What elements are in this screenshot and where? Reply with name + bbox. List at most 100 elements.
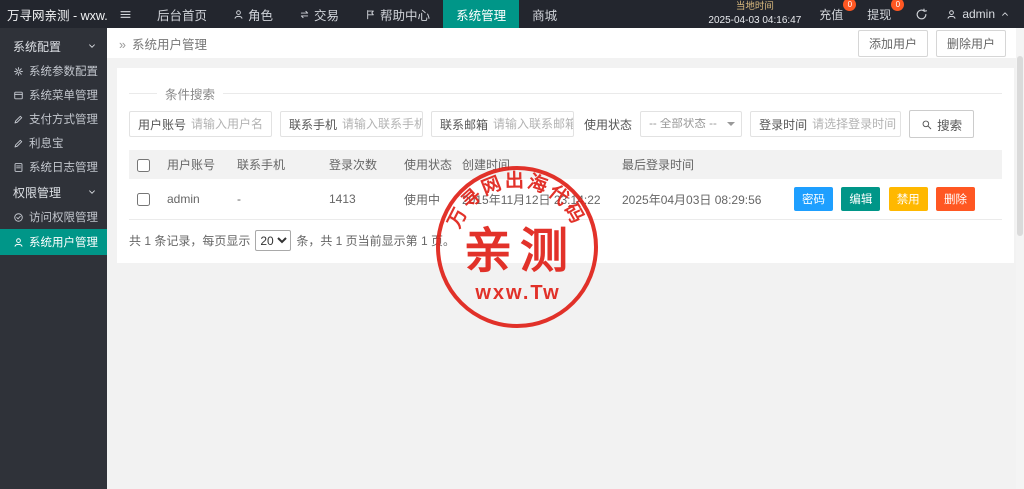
phone-field-label: 联系手机	[289, 117, 338, 132]
nav-label: 后台首页	[157, 8, 208, 23]
hamburger-icon	[119, 8, 132, 21]
scrollbar-track	[1016, 28, 1024, 489]
logo: 万寻网亲测 - wxw.TwV1	[0, 0, 107, 28]
nav-item-trade[interactable]: 交易	[286, 0, 352, 28]
sidebar-item-label: 利息宝	[29, 138, 64, 150]
recharge-button[interactable]: 充值 0	[819, 0, 857, 23]
nav-item-mall[interactable]: 商城	[519, 0, 570, 28]
nav-label: 帮助中心	[380, 8, 431, 23]
edit-button[interactable]: 编辑	[841, 187, 881, 211]
table-header-row: 用户账号 联系手机 登录次数 使用状态 创建时间 最后登录时间	[129, 150, 1002, 179]
local-time-label: 当地时间	[735, 1, 774, 13]
admin-app: 万寻网亲测 - wxw.TwV1 后台首页 角色 交易 帮助中心 系统管理	[0, 0, 1024, 489]
search-button[interactable]: 搜索	[909, 110, 975, 138]
cell-last-login: 2025年04月03日 08:29:56	[614, 179, 786, 220]
nav-item-home[interactable]: 后台首页	[144, 0, 220, 28]
delete-button[interactable]: 删除	[936, 187, 976, 211]
sidebar-item-interest-treasure[interactable]: 利息宝	[0, 131, 107, 155]
username: admin	[962, 7, 995, 21]
login-time-field-group: 登录时间	[750, 111, 902, 137]
sidebar-group-permissions[interactable]: 权限管理	[0, 179, 107, 205]
cell-login-count: 1413	[321, 179, 396, 220]
cell-account: admin	[159, 179, 229, 220]
col-login-count: 登录次数	[321, 150, 396, 179]
status-select[interactable]: -- 全部状态 --	[640, 111, 743, 137]
search-button-label: 搜索	[937, 118, 963, 133]
header-right: 当地时间 2025-04-03 04:16:47 充值 0 提现 0 admin	[708, 0, 1024, 28]
select-all-header	[129, 150, 159, 179]
add-user-button[interactable]: 添加用户	[857, 29, 928, 57]
refresh-button[interactable]	[915, 8, 928, 21]
user-menu[interactable]: admin	[946, 7, 1010, 21]
main-content: » 系统用户管理 添加用户 删除用户 条件搜索 用户账号 联系手机	[107, 28, 1024, 489]
sidebar-item-system-menu[interactable]: 系统菜单管理	[0, 83, 107, 107]
nav-item-roles[interactable]: 角色	[220, 0, 286, 28]
row-checkbox[interactable]	[137, 193, 150, 207]
search-row: 用户账号 联系手机 联系邮箱 使用状态 -- 全部状态 --	[129, 110, 1002, 138]
table-row: admin - 1413 使用中 2015年11月12日 23:14:22 20…	[129, 179, 1002, 220]
status-badge: 使用中	[396, 179, 454, 220]
withdraw-button[interactable]: 提现 0	[867, 0, 905, 23]
email-input[interactable]	[493, 113, 574, 135]
pagination: 共 1 条记录，每页显示 20 条，共 1 页当前显示第 1 页。	[129, 230, 1002, 251]
pagination-suffix: 条，共 1 页当前显示第 1 页。	[296, 234, 456, 248]
withdraw-badge: 0	[891, 0, 905, 11]
chevron-up-icon	[1000, 9, 1010, 19]
account-field-label: 用户账号	[138, 117, 187, 132]
recharge-badge: 0	[843, 0, 857, 11]
phone-input[interactable]	[342, 113, 423, 135]
account-input[interactable]	[191, 113, 272, 135]
row-select-cell	[129, 179, 159, 220]
scrollbar-thumb[interactable]	[1017, 56, 1023, 236]
check-circle-icon	[13, 212, 24, 223]
top-header: 万寻网亲测 - wxw.TwV1 后台首页 角色 交易 帮助中心 系统管理	[0, 0, 1024, 28]
search-legend: 条件搜索	[165, 88, 216, 102]
status-select-wrap: -- 全部状态 --	[640, 111, 743, 137]
flag-icon	[365, 9, 376, 20]
nav-label: 角色	[248, 8, 274, 23]
pen-icon	[13, 138, 24, 149]
logo-text: 万寻网亲测 - wxw.Tw	[7, 8, 107, 23]
chevron-down-icon	[87, 41, 97, 51]
sidebar-item-system-params[interactable]: 系统参数配置	[0, 59, 107, 83]
gear-icon	[13, 66, 24, 77]
login-time-input[interactable]	[812, 113, 901, 135]
local-time-value: 2025-04-03 04:16:47	[708, 14, 802, 26]
sidebar-item-payment-method[interactable]: 支付方式管理	[0, 107, 107, 131]
select-all-checkbox[interactable]	[137, 158, 150, 172]
sidebar-item-label: 系统参数配置	[29, 66, 98, 78]
search-icon	[921, 119, 932, 130]
sidebar-group-system-config[interactable]: 系统配置	[0, 33, 107, 59]
local-time: 当地时间 2025-04-03 04:16:47	[708, 1, 801, 26]
phone-field-group: 联系手机	[280, 111, 424, 137]
page-title: 系统用户管理	[131, 37, 207, 52]
page-size-select[interactable]: 20	[255, 230, 292, 251]
sidebar-item-label: 支付方式管理	[29, 114, 98, 126]
nav-label: 商城	[532, 8, 558, 23]
refresh-icon	[915, 8, 928, 21]
sidebar-item-system-log[interactable]: 系统日志管理	[0, 155, 107, 179]
col-status: 使用状态	[396, 150, 454, 179]
pagination-prefix: 共 1 条记录，每页显示	[129, 234, 251, 248]
sidebar-group-label: 系统配置	[13, 39, 62, 54]
hamburger-button[interactable]	[107, 0, 144, 28]
sidebar-item-access-permissions[interactable]: 访问权限管理	[0, 205, 107, 229]
nav-item-system-management[interactable]: 系统管理	[443, 0, 520, 28]
person-icon	[233, 9, 244, 20]
person-icon	[946, 9, 957, 20]
status-select-label: 使用状态	[584, 117, 633, 132]
delete-user-button[interactable]: 删除用户	[935, 29, 1006, 57]
disable-button[interactable]: 禁用	[888, 187, 928, 211]
crumb-actions: 添加用户 删除用户	[857, 29, 1012, 57]
breadcrumb-bar: » 系统用户管理 添加用户 删除用户	[107, 28, 1024, 58]
password-button[interactable]: 密码	[794, 187, 833, 211]
col-account: 用户账号	[159, 150, 229, 179]
nav-label: 交易	[314, 8, 340, 23]
user-management-card: 条件搜索 用户账号 联系手机 联系邮箱 使用状态	[117, 68, 1014, 263]
nav-label: 系统管理	[456, 8, 507, 23]
sidebar-group-label: 权限管理	[13, 185, 62, 200]
exchange-icon	[299, 9, 310, 20]
sidebar-item-system-users[interactable]: 系统用户管理	[0, 229, 107, 255]
search-fieldset: 条件搜索 用户账号 联系手机 联系邮箱 使用状态	[129, 84, 1002, 138]
nav-item-help-center[interactable]: 帮助中心	[352, 0, 443, 28]
